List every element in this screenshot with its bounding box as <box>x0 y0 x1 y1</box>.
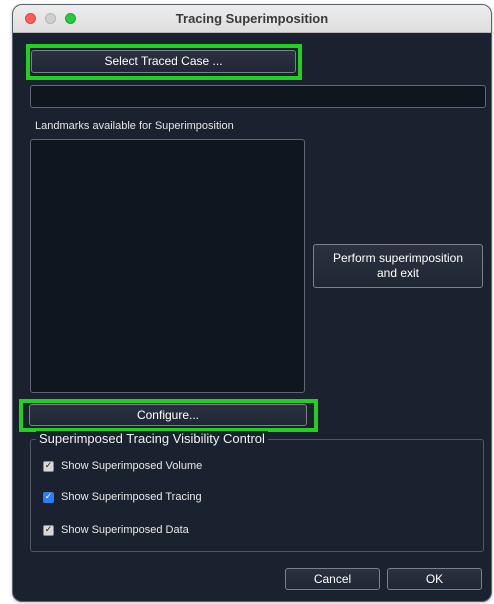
show-superimposed-tracing-label: Show Superimposed Tracing <box>61 491 202 503</box>
show-superimposed-tracing-checkbox[interactable]: ✓ <box>43 491 54 503</box>
show-superimposed-tracing-row[interactable]: ✓ Show Superimposed Tracing <box>43 490 202 504</box>
case-path-field[interactable] <box>30 85 486 108</box>
show-superimposed-data-row[interactable]: ✓ Show Superimposed Data <box>43 523 189 537</box>
landmarks-label: Landmarks available for Superimposition <box>35 120 234 132</box>
show-superimposed-data-checkbox[interactable]: ✓ <box>43 524 54 536</box>
show-superimposed-volume-checkbox[interactable]: ✓ <box>43 460 54 472</box>
show-superimposed-volume-row[interactable]: ✓ Show Superimposed Volume <box>43 459 202 473</box>
configure-button[interactable]: Configure... <box>29 404 307 426</box>
show-superimposed-volume-label: Show Superimposed Volume <box>61 460 203 472</box>
perform-superimposition-button[interactable]: Perform superimposition and exit <box>313 244 483 288</box>
perform-superimposition-label-line2: and exit <box>376 266 420 280</box>
title-bar: Tracing Superimposition <box>13 5 491 33</box>
perform-superimposition-label-line1: Perform superimposition <box>332 251 464 265</box>
ok-button[interactable]: OK <box>387 568 482 590</box>
show-superimposed-data-label: Show Superimposed Data <box>61 524 189 536</box>
dialog-window: Tracing Superimposition Select Traced Ca… <box>12 4 492 602</box>
window-title: Tracing Superimposition <box>175 11 329 26</box>
landmarks-list[interactable] <box>30 139 305 393</box>
select-traced-case-button[interactable]: Select Traced Case ... <box>31 50 296 73</box>
cancel-button[interactable]: Cancel <box>285 568 380 590</box>
visibility-control-title: Superimposed Tracing Visibility Control <box>36 431 268 446</box>
